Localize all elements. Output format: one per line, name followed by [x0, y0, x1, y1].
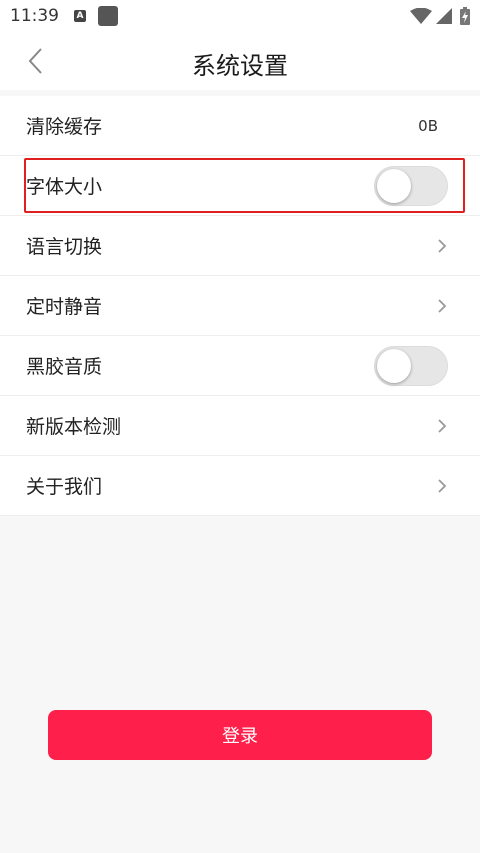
version-check-row[interactable]: 新版本检测: [0, 396, 480, 456]
about-us-label: 关于我们: [26, 476, 103, 498]
clear-cache-label: 清除缓存: [26, 116, 103, 138]
language-switch-row[interactable]: 语言切换: [0, 216, 480, 276]
about-us-row[interactable]: 关于我们: [0, 456, 480, 516]
toggle-knob: [377, 349, 411, 383]
vinyl-quality-toggle[interactable]: [374, 346, 448, 386]
status-time: 11:39: [10, 6, 59, 26]
language-switch-label: 语言切换: [26, 236, 103, 258]
chevron-right-icon: [438, 479, 447, 493]
header: 系统设置: [0, 32, 480, 90]
timed-mute-label: 定时静音: [26, 296, 103, 318]
chevron-right-icon: [438, 239, 447, 253]
vinyl-quality-row: 黑胶音质: [0, 336, 480, 396]
toggle-knob: [377, 169, 411, 203]
settings-list: 清除缓存 0B 字体大小 语言切换 定时静音 黑胶音质 新版本检测 关于我们: [0, 96, 480, 516]
status-bar: 11:39 A: [0, 0, 480, 32]
battery-icon: [460, 7, 470, 25]
timed-mute-row[interactable]: 定时静音: [0, 276, 480, 336]
chevron-right-icon: [438, 419, 447, 433]
vinyl-quality-label: 黑胶音质: [26, 356, 103, 378]
wifi-icon: [410, 8, 432, 24]
version-check-label: 新版本检测: [26, 416, 122, 438]
a-notification-icon: A: [74, 10, 86, 22]
font-size-toggle[interactable]: [374, 166, 448, 206]
app-notification-icon: [98, 6, 118, 26]
page-title: 系统设置: [192, 52, 288, 80]
signal-icon: [436, 8, 452, 24]
login-button[interactable]: 登录: [48, 710, 432, 760]
chevron-right-icon: [438, 299, 447, 313]
clear-cache-row[interactable]: 清除缓存 0B: [0, 96, 480, 156]
font-size-row: 字体大小: [0, 156, 480, 216]
font-size-label: 字体大小: [26, 176, 103, 198]
cache-size-value: 0B: [418, 116, 438, 135]
